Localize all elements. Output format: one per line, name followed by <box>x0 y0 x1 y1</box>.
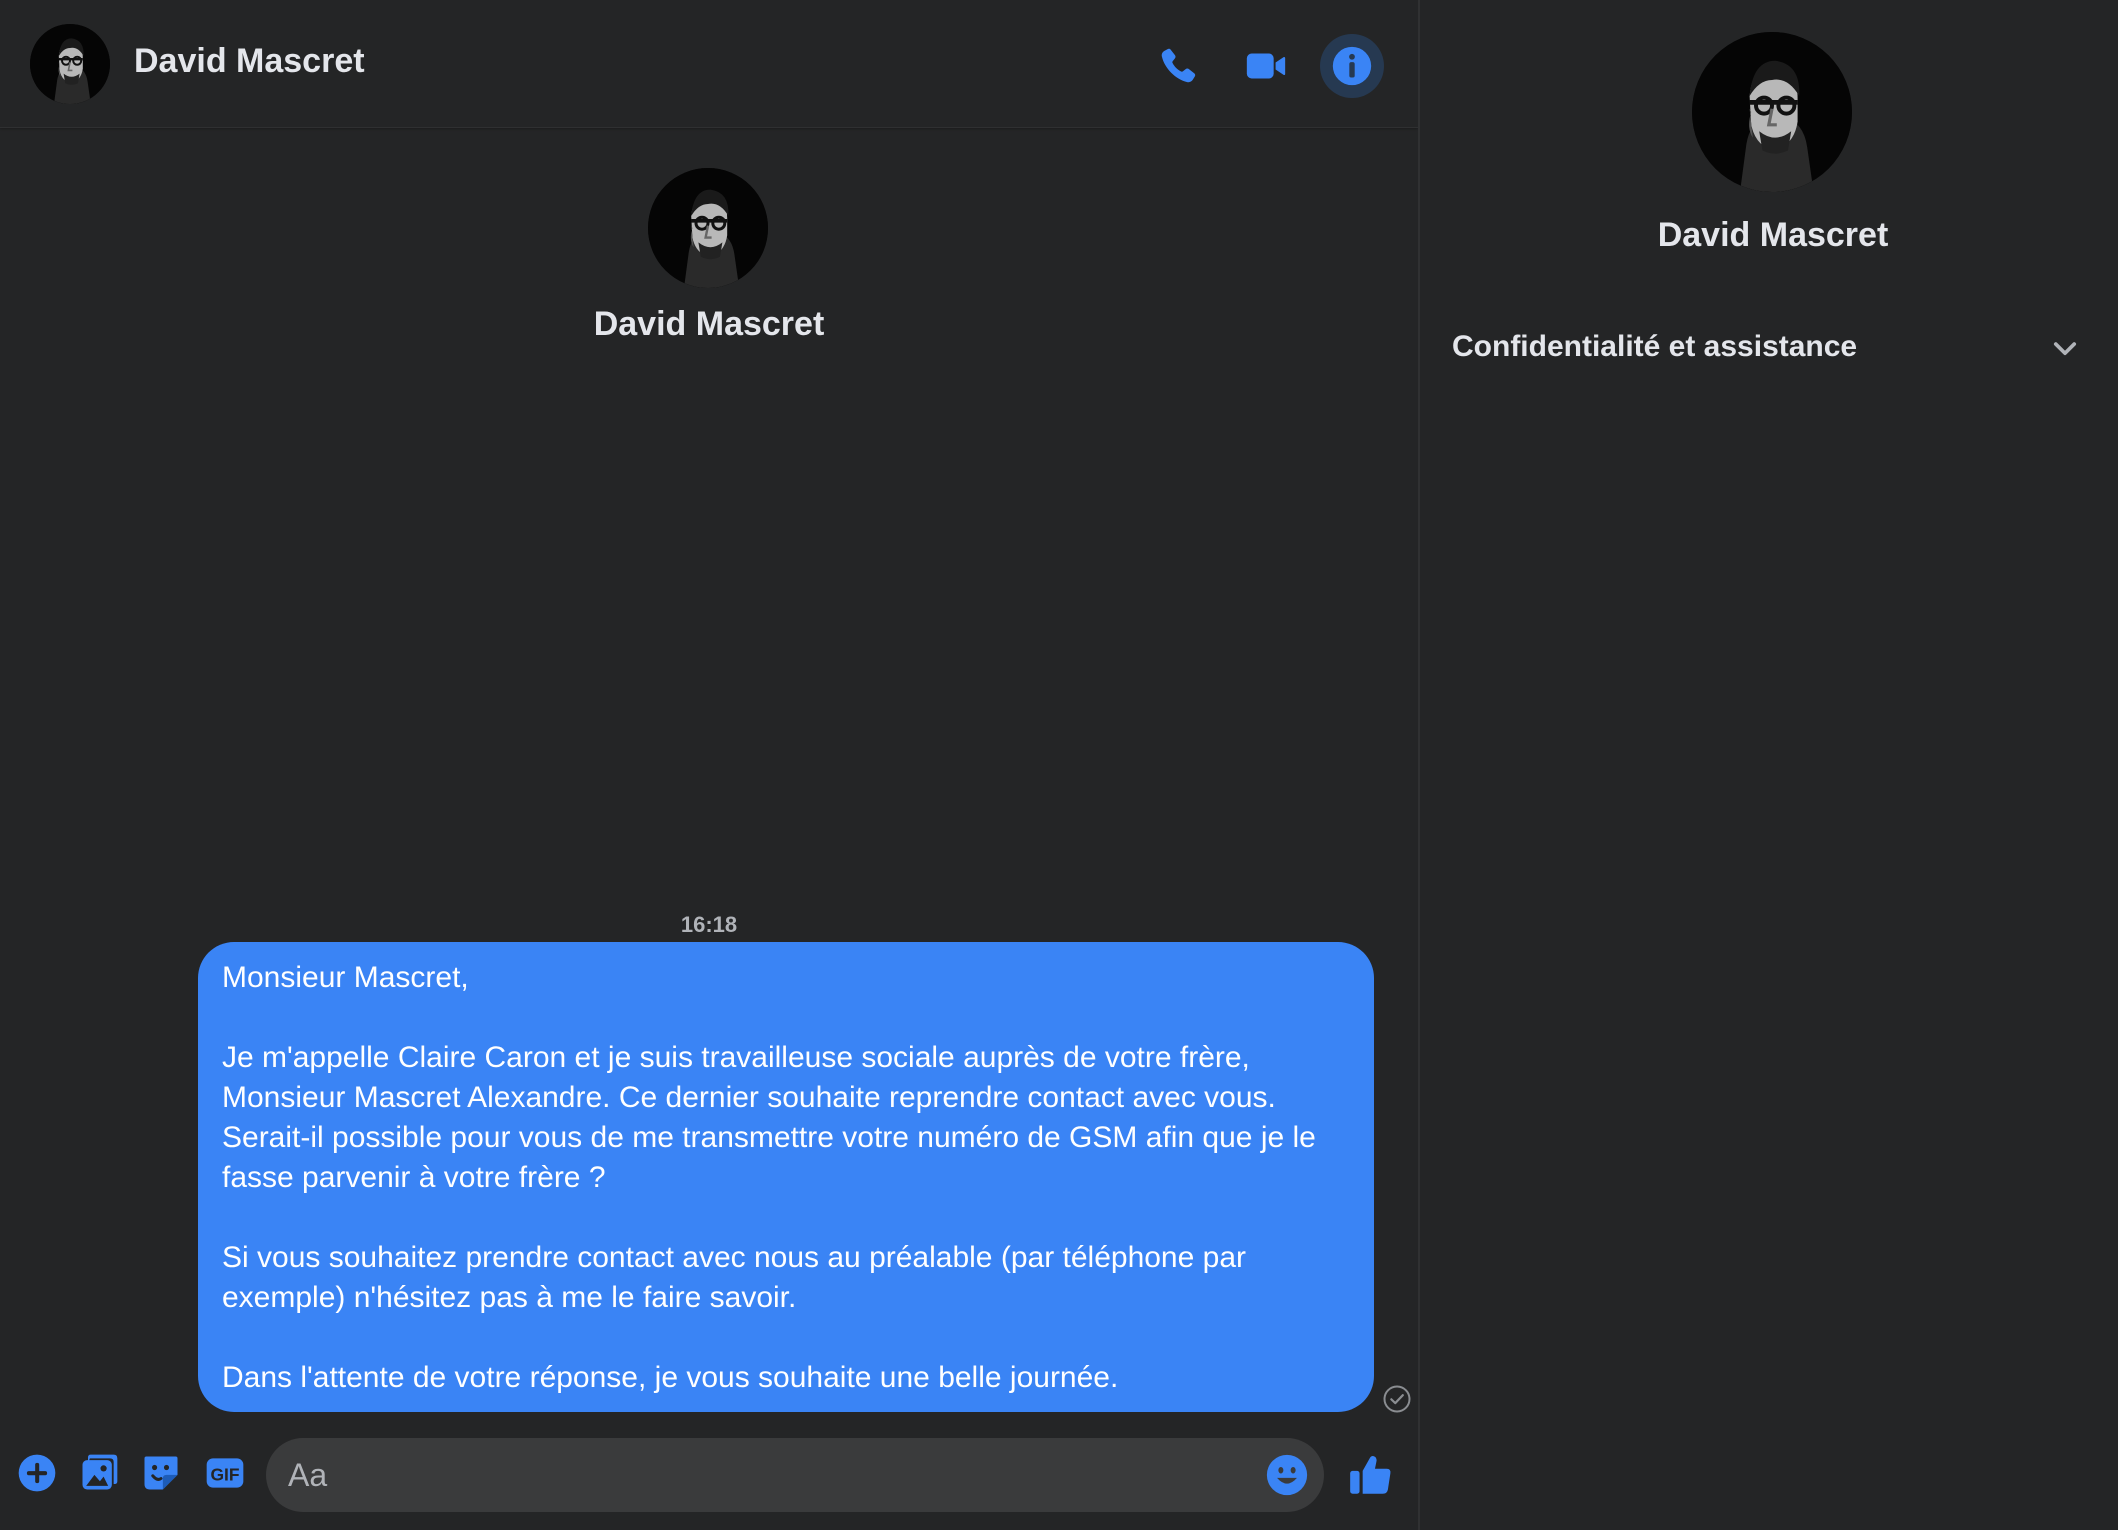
messenger-app: David Mascret David Mascret 16:18 Monsie… <box>0 0 2118 1530</box>
message-timestamp: 16:18 <box>680 912 738 937</box>
gif-icon: GIF <box>206 1458 244 1488</box>
conversation-header: David Mascret <box>0 0 1418 128</box>
contact-avatar[interactable] <box>30 24 110 104</box>
info-icon <box>1332 46 1372 86</box>
gif-button[interactable]: GIF <box>202 1450 248 1496</box>
chevron-down-icon <box>2048 332 2082 366</box>
panel-contact-name: David Mascret <box>1657 216 1889 254</box>
message-paragraph: Je m'appelle Claire Caron et je suis tra… <box>222 1041 1316 1194</box>
profile-avatar[interactable] <box>648 168 768 288</box>
message-paragraph: Dans l'attente de votre réponse, je vous… <box>222 1361 1119 1394</box>
phone-icon <box>1161 48 1196 83</box>
video-call-button[interactable] <box>1234 34 1298 98</box>
message-input[interactable] <box>266 1438 1324 1512</box>
emoji-button[interactable] <box>1264 1452 1310 1498</box>
sent-check-icon <box>1382 1384 1412 1414</box>
thumbs-up-icon <box>1350 1456 1391 1494</box>
sticker-icon <box>144 1456 178 1490</box>
panel-avatar[interactable] <box>1692 32 1852 192</box>
conversation-info-button[interactable] <box>1320 34 1384 98</box>
profile-name: David Mascret <box>593 305 825 343</box>
emoji-icon <box>1266 1454 1308 1496</box>
privacy-support-section[interactable]: Confidentialité et assistance <box>1430 318 2100 382</box>
sticker-button[interactable] <box>138 1450 184 1496</box>
image-icon <box>82 1454 118 1490</box>
privacy-support-label: Confidentialité et assistance <box>1452 330 1858 363</box>
outgoing-message-bubble[interactable]: Monsieur Mascret, Je m'appelle Claire Ca… <box>198 942 1374 1412</box>
plus-icon <box>18 1454 56 1492</box>
more-actions-button[interactable] <box>14 1450 60 1496</box>
message-paragraph: Monsieur Mascret, <box>222 961 469 994</box>
conversation-info-panel: David Mascret Confidentialité et assista… <box>1420 0 2118 1530</box>
attach-image-button[interactable] <box>76 1450 122 1496</box>
contact-name[interactable]: David Mascret <box>134 42 365 81</box>
message-paragraph: Si vous souhaitez prendre contact avec n… <box>222 1241 1246 1314</box>
svg-text:GIF: GIF <box>210 1464 239 1484</box>
conversation-pane: David Mascret David Mascret 16:18 Monsie… <box>0 0 1418 1530</box>
video-camera-icon <box>1246 53 1286 79</box>
send-like-button[interactable] <box>1346 1450 1396 1500</box>
audio-call-button[interactable] <box>1146 34 1210 98</box>
